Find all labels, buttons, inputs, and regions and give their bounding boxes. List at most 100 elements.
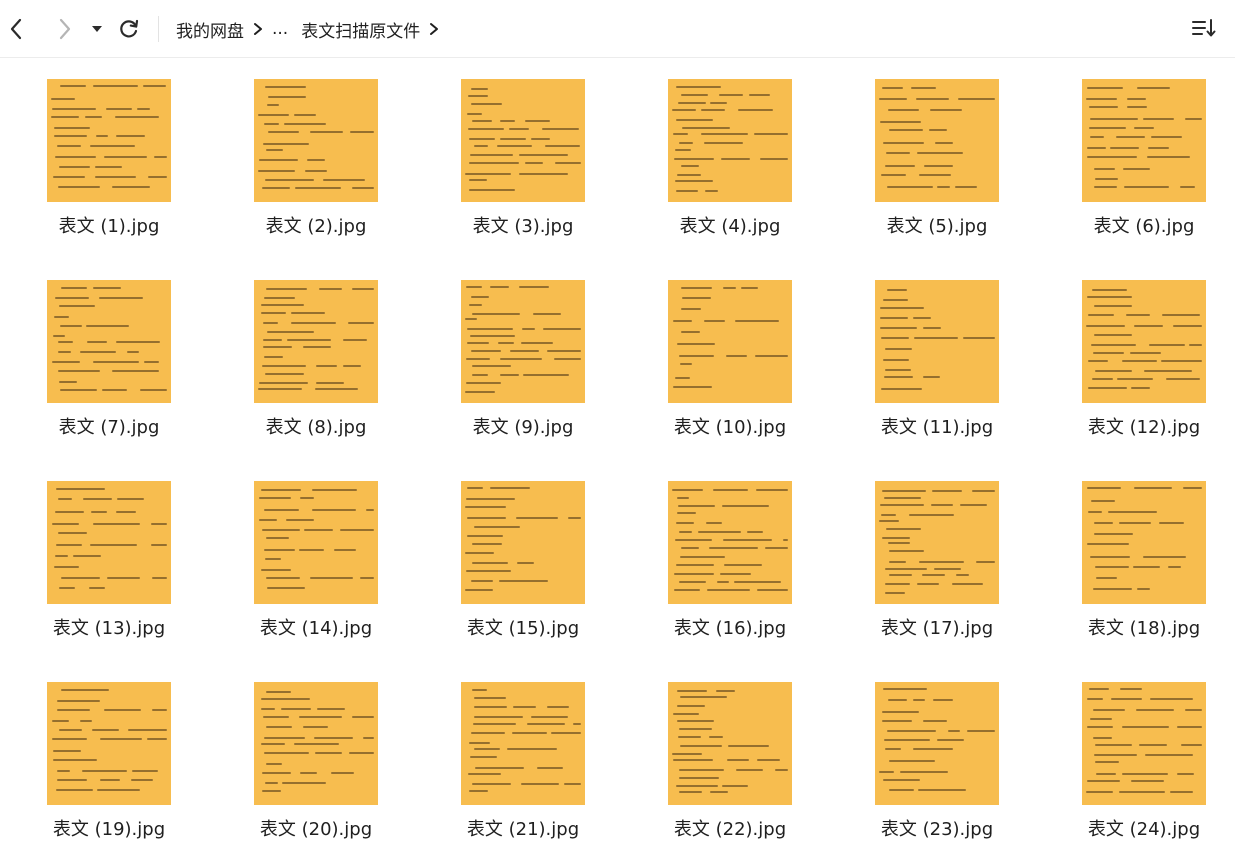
back-button[interactable] bbox=[2, 14, 32, 44]
scan-text-stroke bbox=[722, 538, 773, 541]
scan-text-stroke bbox=[58, 498, 72, 500]
scan-text-stroke bbox=[1086, 791, 1113, 794]
scan-text-stroke bbox=[541, 127, 580, 130]
scan-text-stroke bbox=[754, 354, 788, 357]
file-item[interactable]: 表文 (3).jpg bbox=[423, 58, 623, 248]
scan-text-stroke bbox=[760, 157, 788, 160]
scan-text-stroke bbox=[499, 138, 527, 141]
file-name: 表文 (12).jpg bbox=[1087, 417, 1201, 438]
file-item[interactable]: 表文 (18).jpg bbox=[1044, 460, 1235, 650]
scan-text-stroke bbox=[677, 504, 715, 507]
scan-text-stroke bbox=[922, 376, 940, 379]
file-name: 表文 (1).jpg bbox=[58, 216, 160, 237]
scan-text-stroke bbox=[1188, 343, 1202, 346]
scan-text-stroke bbox=[958, 97, 995, 100]
scan-text-stroke bbox=[882, 720, 912, 723]
scan-text-stroke bbox=[1133, 127, 1154, 130]
scan-text-stroke bbox=[94, 165, 122, 168]
file-name: 表文 (22).jpg bbox=[673, 819, 787, 840]
scan-text-stroke bbox=[672, 385, 713, 388]
scan-text-stroke bbox=[102, 388, 127, 391]
scan-text-stroke bbox=[263, 736, 305, 739]
file-name: 表文 (23).jpg bbox=[880, 819, 994, 840]
scan-text-stroke bbox=[676, 496, 690, 499]
scan-text-stroke bbox=[54, 296, 90, 299]
file-item[interactable]: 表文 (7).jpg bbox=[9, 259, 209, 449]
breadcrumb-root[interactable]: 我的网盘 bbox=[176, 17, 244, 42]
file-item[interactable]: 表文 (24).jpg bbox=[1044, 661, 1235, 851]
file-item[interactable]: 表文 (17).jpg bbox=[837, 460, 1037, 650]
scan-text-stroke bbox=[115, 135, 146, 138]
scan-text-stroke bbox=[1136, 587, 1150, 590]
file-item[interactable]: 表文 (4).jpg bbox=[630, 58, 830, 248]
scan-text-stroke bbox=[312, 509, 356, 512]
scan-text-stroke bbox=[676, 85, 722, 88]
scan-text-stroke bbox=[756, 488, 788, 491]
file-item[interactable]: 表文 (10).jpg bbox=[630, 259, 830, 449]
scan-text-stroke bbox=[55, 511, 84, 514]
breadcrumb-ellipsis[interactable]: ... bbox=[272, 19, 288, 39]
scan-text-stroke bbox=[1088, 313, 1115, 316]
scan-text-stroke bbox=[465, 317, 478, 320]
file-item[interactable]: 表文 (22).jpg bbox=[630, 661, 830, 851]
scan-text-stroke bbox=[472, 365, 512, 368]
file-item[interactable]: 表文 (14).jpg bbox=[216, 460, 416, 650]
file-thumbnail bbox=[461, 682, 585, 805]
file-item[interactable]: 表文 (19).jpg bbox=[9, 661, 209, 851]
sort-button[interactable] bbox=[1189, 16, 1219, 44]
file-item[interactable]: 表文 (15).jpg bbox=[423, 460, 623, 650]
scan-text-stroke bbox=[1087, 156, 1137, 159]
refresh-button[interactable] bbox=[114, 14, 144, 44]
file-item[interactable]: 表文 (9).jpg bbox=[423, 259, 623, 449]
scan-text-stroke bbox=[467, 341, 490, 344]
scan-text-stroke bbox=[880, 120, 921, 123]
file-thumbnail bbox=[875, 481, 999, 604]
scan-text-stroke bbox=[883, 376, 914, 379]
scan-text-stroke bbox=[150, 544, 167, 547]
file-item[interactable]: 表文 (16).jpg bbox=[630, 460, 830, 650]
scan-text-stroke bbox=[142, 85, 166, 88]
file-item[interactable]: 表文 (8).jpg bbox=[216, 259, 416, 449]
scan-text-stroke bbox=[908, 513, 955, 516]
scan-text-stroke bbox=[1132, 566, 1161, 569]
scan-text-stroke bbox=[754, 132, 788, 135]
scan-text-stroke bbox=[1086, 97, 1118, 100]
scan-text-stroke bbox=[882, 358, 910, 361]
scan-text-stroke bbox=[151, 577, 167, 580]
scan-text-stroke bbox=[1185, 117, 1202, 120]
scan-text-stroke bbox=[1093, 167, 1116, 170]
scan-text-stroke bbox=[267, 587, 306, 589]
scan-text-stroke bbox=[90, 145, 135, 148]
breadcrumb-current[interactable]: 表文扫描原文件 bbox=[301, 17, 420, 42]
file-thumbnail bbox=[1082, 481, 1206, 604]
scan-text-stroke bbox=[912, 699, 926, 702]
history-dropdown-button[interactable] bbox=[84, 14, 110, 44]
scan-text-stroke bbox=[884, 497, 922, 500]
file-item[interactable]: 表文 (11).jpg bbox=[837, 259, 1037, 449]
scan-text-stroke bbox=[885, 528, 922, 531]
scan-text-stroke bbox=[55, 554, 69, 557]
scan-text-stroke bbox=[675, 521, 695, 524]
file-item[interactable]: 表文 (1).jpg bbox=[9, 58, 209, 248]
file-thumbnail bbox=[47, 481, 171, 604]
scan-text-stroke bbox=[672, 759, 713, 762]
scan-text-stroke bbox=[1093, 708, 1126, 711]
file-item[interactable]: 表文 (12).jpg bbox=[1044, 259, 1235, 449]
file-item[interactable]: 表文 (20).jpg bbox=[216, 661, 416, 851]
file-item[interactable]: 表文 (23).jpg bbox=[837, 661, 1037, 851]
file-item[interactable]: 表文 (2).jpg bbox=[216, 58, 416, 248]
scan-text-stroke bbox=[260, 568, 292, 571]
scan-text-stroke bbox=[151, 522, 167, 525]
file-item[interactable]: 表文 (5).jpg bbox=[837, 58, 1037, 248]
file-item[interactable]: 表文 (6).jpg bbox=[1044, 58, 1235, 248]
scan-text-stroke bbox=[310, 577, 354, 580]
file-item[interactable]: 表文 (13).jpg bbox=[9, 460, 209, 650]
scan-text-stroke bbox=[1095, 576, 1118, 579]
scan-text-stroke bbox=[72, 554, 101, 557]
scan-text-stroke bbox=[259, 159, 298, 162]
forward-button[interactable] bbox=[49, 14, 79, 44]
file-item[interactable]: 表文 (21).jpg bbox=[423, 661, 623, 851]
scan-text-stroke bbox=[52, 176, 86, 179]
scan-text-stroke bbox=[935, 141, 954, 144]
scan-text-stroke bbox=[472, 312, 520, 315]
